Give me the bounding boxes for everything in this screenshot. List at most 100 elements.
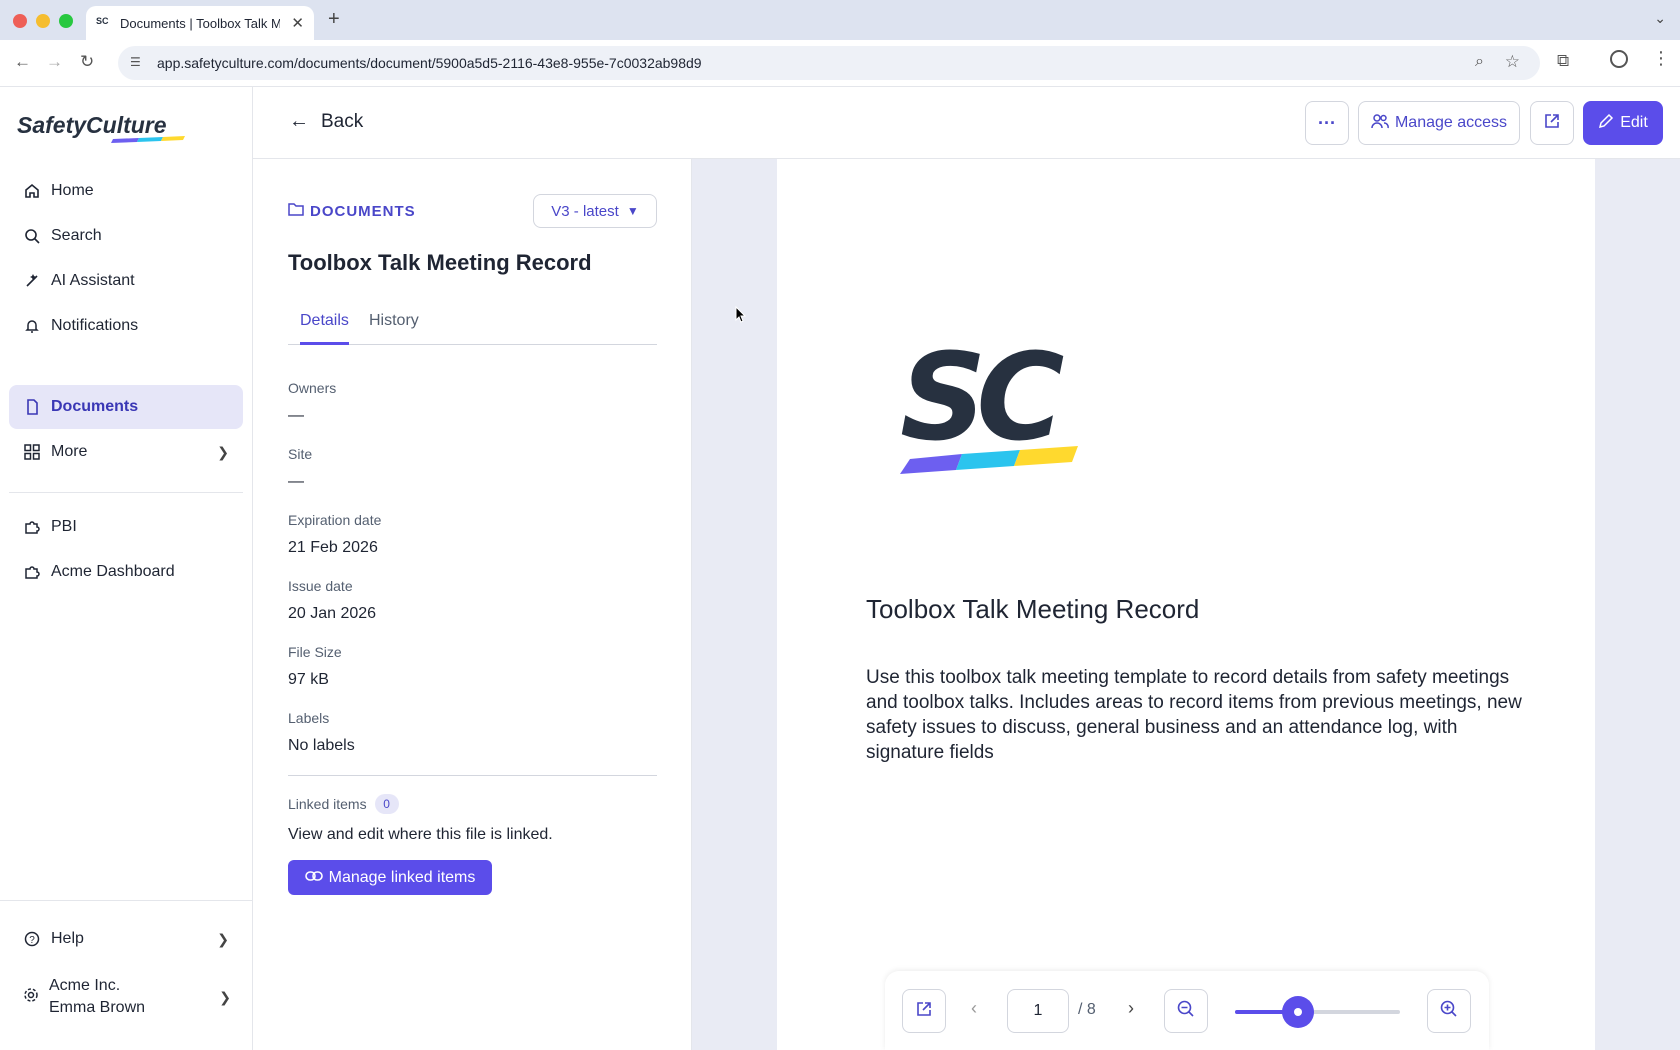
safetyculture-logo[interactable]: SafetyCulture (17, 111, 187, 150)
version-select[interactable]: V3 - latest ▼ (533, 194, 657, 228)
sidebar-item-documents[interactable]: Documents (9, 385, 243, 429)
owners-label: Owners (288, 380, 337, 396)
tab-close-icon[interactable]: ✕ (291, 14, 304, 32)
manage-access-label: Manage access (1394, 114, 1508, 131)
file-size-value: 97 kB (288, 671, 329, 688)
edit-button[interactable]: Edit (1583, 101, 1663, 145)
help-circle-icon: ? (23, 931, 41, 947)
tab-details[interactable]: Details (300, 312, 349, 345)
owners-value: — (288, 407, 304, 424)
document-header: ← Back ··· Manage access Edit (253, 87, 1680, 159)
zoom-in-icon (1440, 1000, 1458, 1023)
issue-date-label: Issue date (288, 578, 353, 594)
page-number-input[interactable]: 1 (1007, 989, 1069, 1033)
sidebar-item-notifications[interactable]: Notifications (9, 304, 243, 348)
gear-icon (23, 987, 39, 1008)
linked-items-label: Linked items (288, 796, 367, 812)
org-user-switcher[interactable]: Acme Inc. Emma Brown ❯ (23, 975, 245, 1019)
puzzle-icon (23, 564, 41, 580)
grid-icon (23, 444, 41, 460)
linked-items-count-badge: 0 (374, 794, 399, 814)
labels-value: No labels (288, 737, 355, 754)
back-button[interactable]: ← Back (289, 110, 363, 133)
sidebar-item-label: PBI (51, 518, 77, 535)
sidebar-item-acme-dashboard[interactable]: Acme Dashboard (9, 550, 243, 594)
sidebar-item-label: Notifications (51, 317, 139, 334)
zoom-out-button[interactable] (1164, 989, 1208, 1033)
version-label: V3 - latest (551, 202, 619, 220)
sidebar-item-label: Documents (51, 398, 139, 415)
document-details-panel: DOCUMENTS V3 - latest ▼ Toolbox Talk Mee… (253, 159, 692, 1050)
window-minimize-button[interactable] (36, 14, 50, 28)
zoom-slider[interactable] (1235, 996, 1400, 1028)
chevron-right-icon: ❯ (217, 443, 229, 460)
user-name: Emma Brown (49, 999, 146, 1016)
site-settings-icon[interactable]: ☰ (130, 55, 146, 71)
sidebar-item-search[interactable]: Search (9, 214, 243, 258)
safetyculture-favicon-icon: SC (96, 16, 109, 26)
url-field[interactable]: ☰ app.safetyculture.com/documents/docume… (118, 46, 1540, 80)
zoom-in-button[interactable] (1427, 989, 1471, 1033)
zoom-out-icon (1177, 1000, 1195, 1023)
sidebar-item-label: Search (51, 227, 102, 244)
new-tab-icon[interactable]: + (328, 8, 340, 31)
pencil-icon (1598, 113, 1614, 134)
open-in-new-window-button[interactable] (1530, 101, 1574, 145)
browser-forward-icon[interactable]: → (46, 52, 63, 72)
browser-tab-documents[interactable]: SC Documents | Toolbox Talk Me ✕ (86, 6, 314, 40)
site-value: — (288, 473, 304, 490)
browser-menu-icon[interactable]: ⋮ (1652, 48, 1670, 69)
browser-tab-bar: SC Documents | Toolbox Talk Me ✕ + ⌄ (0, 0, 1680, 40)
sidebar-item-label: Acme Dashboard (51, 563, 175, 580)
chevron-right-icon: ❯ (217, 930, 229, 947)
more-options-button[interactable]: ··· (1305, 101, 1349, 145)
back-label: Back (321, 110, 364, 132)
breadcrumb-label: DOCUMENTS (310, 202, 416, 220)
details-tabs: Details History (288, 301, 657, 345)
chevron-down-icon: ▼ (626, 204, 639, 218)
manage-linked-items-button[interactable]: Manage linked items (288, 860, 492, 895)
sidebar: SafetyCulture Home Search AI Assistant N… (0, 87, 253, 1050)
sidebar-item-more[interactable]: More ❯ (9, 430, 243, 474)
ellipsis-icon: ··· (1318, 112, 1336, 133)
sc-logo-image: SC (900, 329, 1090, 489)
window-close-button[interactable] (13, 14, 27, 28)
expiration-date-label: Expiration date (288, 512, 382, 528)
breadcrumb[interactable]: DOCUMENTS (288, 202, 416, 220)
manage-access-button[interactable]: Manage access (1358, 101, 1520, 145)
puzzle-icon (23, 519, 41, 535)
preview-description: Use this toolbox talk meeting template t… (866, 667, 1522, 763)
home-icon (23, 183, 41, 199)
sidebar-item-ai-assistant[interactable]: AI Assistant (9, 259, 243, 303)
browser-tab-title: Documents | Toolbox Talk Me (120, 15, 280, 31)
profile-icon[interactable] (1610, 50, 1628, 68)
browser-reload-icon[interactable]: ↻ (80, 52, 94, 72)
sidebar-divider (9, 492, 243, 493)
zoom-magnifier-icon[interactable]: ⌕ (1475, 53, 1484, 71)
issue-date-value: 20 Jan 2026 (288, 605, 377, 622)
ai-sparkle-icon (23, 273, 41, 289)
zoom-slider-thumb[interactable] (1281, 996, 1314, 1028)
previous-page-icon[interactable]: ‹ (971, 998, 977, 1019)
extensions-icon[interactable]: ⧉ (1557, 51, 1569, 71)
sidebar-item-label: Home (51, 182, 94, 199)
page-total: / 8 (1078, 1001, 1096, 1018)
sidebar-item-pbi[interactable]: PBI (9, 505, 243, 549)
open-pdf-button[interactable] (902, 989, 946, 1033)
linked-items-header: Linked items 0 (288, 794, 399, 814)
pdf-viewer-toolbar: ‹ 1 / 8 › (885, 971, 1489, 1050)
external-link-icon (916, 1001, 932, 1022)
details-divider (288, 775, 657, 776)
tab-history[interactable]: History (369, 312, 419, 342)
sidebar-item-home[interactable]: Home (9, 169, 243, 213)
sidebar-item-help[interactable]: ? Help ❯ (9, 917, 243, 961)
search-icon (23, 228, 41, 244)
document-icon (23, 399, 41, 415)
manage-linked-items-label: Manage linked items (328, 868, 476, 886)
browser-back-icon[interactable]: ← (14, 52, 31, 72)
bookmark-star-icon[interactable]: ☆ (1505, 52, 1520, 72)
arrow-left-icon: ← (289, 110, 309, 132)
window-maximize-button[interactable] (59, 14, 73, 28)
next-page-icon[interactable]: › (1128, 998, 1134, 1019)
tab-list-chevron-icon[interactable]: ⌄ (1654, 10, 1666, 27)
